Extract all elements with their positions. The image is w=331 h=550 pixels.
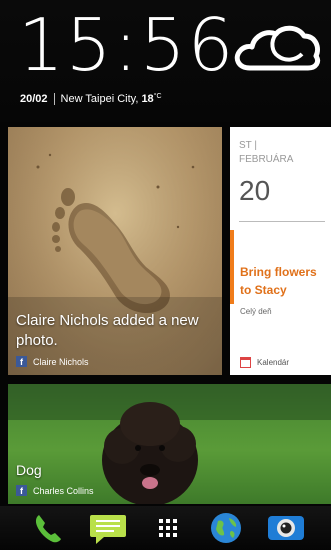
date-text: 20/02 — [20, 93, 48, 105]
phone-app-button[interactable] — [28, 510, 68, 546]
feed-card-dog-photo[interactable]: Dog f Charles Collins — [8, 384, 331, 504]
calendar-app-label[interactable]: Kalendár — [240, 357, 289, 368]
browser-app-button[interactable] — [206, 510, 246, 546]
facebook-icon: f — [16, 485, 27, 496]
calendar-card[interactable]: ST | FEBRUÁRA 20 Bring flowers to Stacy … — [230, 127, 331, 375]
temperature-unit: °C — [153, 93, 162, 100]
event-title[interactable]: Bring flowers to Stacy — [240, 263, 328, 299]
temperature-value: 18 — [141, 93, 154, 105]
messages-icon — [90, 515, 126, 544]
feed-author[interactable]: f Claire Nichols — [16, 356, 89, 367]
author-name: Charles Collins — [33, 485, 94, 496]
phone-icon — [35, 515, 61, 543]
divider — [53, 93, 55, 106]
event-time: Celý deň — [240, 307, 272, 316]
camera-app-button[interactable] — [266, 510, 306, 546]
calendar-date-header: ST | FEBRUÁRA — [239, 139, 293, 167]
app-dock — [0, 506, 331, 550]
facebook-icon: f — [16, 356, 27, 367]
author-name: Claire Nichols — [33, 356, 89, 367]
date-location-line: 20/02 New Taipei City, 18°C — [20, 93, 162, 106]
messages-app-button[interactable] — [88, 510, 128, 546]
clock-time: 15:56 — [18, 3, 236, 87]
app-label: Kalendár — [257, 358, 290, 367]
feed-author[interactable]: f Charles Collins — [16, 485, 94, 496]
apps-grid-icon — [159, 519, 177, 537]
all-apps-button[interactable] — [148, 510, 188, 546]
camera-icon — [268, 516, 304, 540]
feed-card-photo[interactable]: Claire Nichols added a new photo. f Clai… — [8, 127, 222, 375]
clock-weather-widget[interactable]: 15:56 20/02 New Taipei City, 18°C — [0, 0, 331, 122]
feed-caption: Dog — [16, 462, 42, 478]
day-of-week: ST | — [239, 140, 257, 151]
calendar-icon — [240, 357, 251, 368]
month-name: FEBRUÁRA — [239, 154, 294, 165]
divider — [239, 221, 325, 222]
cloud-icon — [234, 25, 321, 71]
location-text: New Taipei City, — [60, 93, 139, 105]
browser-globe-icon — [211, 513, 241, 543]
home-screen: 15:56 20/02 New Taipei City, 18°C Claire… — [0, 0, 331, 550]
calendar-day-number: 20 — [239, 175, 271, 206]
feed-caption: Claire Nichols added a new photo. — [16, 312, 199, 349]
event-accent-bar — [230, 230, 234, 304]
